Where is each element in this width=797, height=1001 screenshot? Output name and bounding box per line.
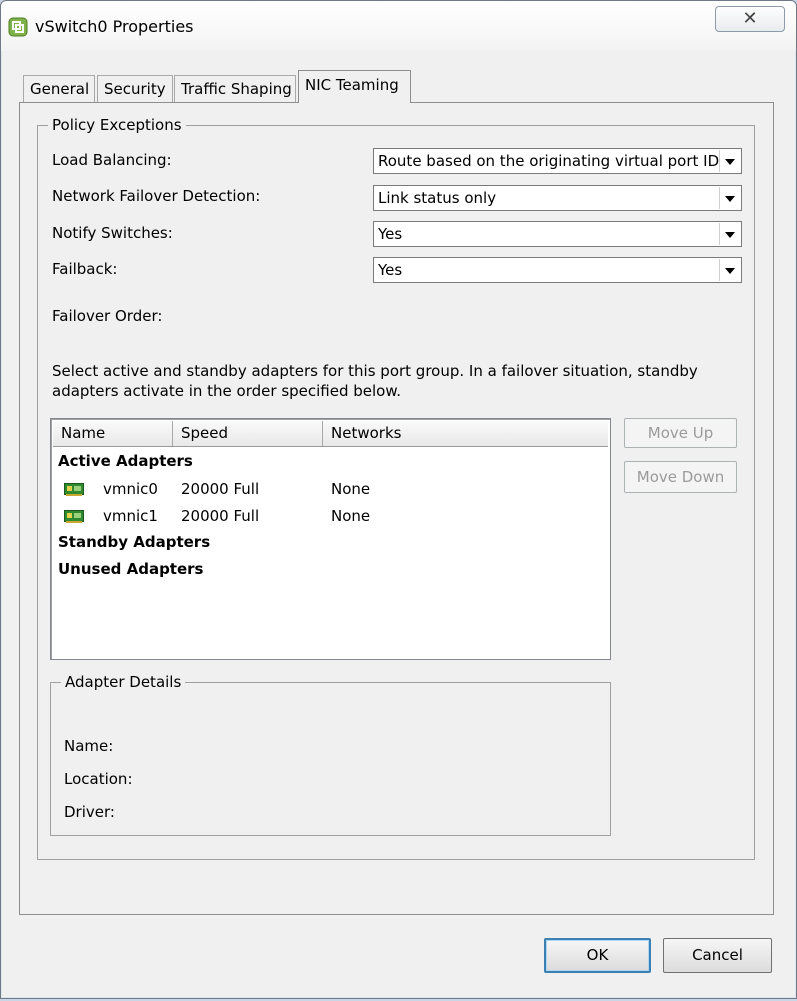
chevron-down-icon[interactable] xyxy=(719,259,740,281)
network-adapter-icon xyxy=(64,510,84,523)
move-up-label: Move Up xyxy=(647,424,714,442)
tab-traffic-shaping[interactable]: Traffic Shaping xyxy=(174,75,296,102)
load-balancing-select[interactable]: Route based on the originating virtual p… xyxy=(373,148,742,174)
column-header-name[interactable]: Name xyxy=(53,421,173,446)
adapter-networks: None xyxy=(331,507,371,525)
ok-button[interactable]: OK xyxy=(544,938,651,973)
active-adapters-group[interactable]: Active Adapters xyxy=(58,452,193,470)
failover-detection-select[interactable]: Link status only xyxy=(373,185,742,211)
detail-location-label: Location: xyxy=(64,770,133,788)
ok-label: OK xyxy=(586,946,609,964)
failback-select[interactable]: Yes xyxy=(373,257,742,283)
chevron-down-icon[interactable] xyxy=(719,187,740,209)
column-header-speed[interactable]: Speed xyxy=(173,421,323,446)
column-speed-label: Speed xyxy=(181,424,229,442)
cancel-label: Cancel xyxy=(692,946,743,964)
move-down-button[interactable]: Move Down xyxy=(624,461,737,493)
tab-nic-teaming[interactable]: NIC Teaming xyxy=(298,70,411,103)
adapter-list[interactable]: Name Speed Networks Active Adapters vmni… xyxy=(50,418,611,660)
adapter-list-header: Name Speed Networks xyxy=(53,421,608,447)
adapter-details-group: Adapter Details xyxy=(50,673,611,836)
adapter-row[interactable]: vmnic1 20000 Full None xyxy=(51,506,606,530)
unused-adapters-group[interactable]: Unused Adapters xyxy=(58,560,203,578)
failover-detection-label: Network Failover Detection: xyxy=(52,187,261,205)
tab-security[interactable]: Security xyxy=(97,75,173,102)
detail-driver-label: Driver: xyxy=(64,803,115,821)
properties-dialog: vSwitch0 Properties ✕ General Security T… xyxy=(0,0,797,999)
adapter-details-legend: Adapter Details xyxy=(61,673,186,691)
move-down-label: Move Down xyxy=(636,468,725,486)
column-name-label: Name xyxy=(61,424,106,442)
policy-exceptions-legend: Policy Exceptions xyxy=(48,116,186,134)
adapter-networks: None xyxy=(331,480,371,498)
chevron-down-icon[interactable] xyxy=(719,150,740,172)
tab-general-label: General xyxy=(30,80,90,98)
notify-switches-label: Notify Switches: xyxy=(52,224,173,242)
detail-name-label: Name: xyxy=(64,737,114,755)
adapter-speed: 20000 Full xyxy=(181,480,260,498)
instructions-line-1: Select active and standby adapters for t… xyxy=(52,362,698,380)
failback-label: Failback: xyxy=(52,260,118,278)
instructions-line-2: adapters activate in the order specified… xyxy=(52,382,402,400)
standby-adapters-group[interactable]: Standby Adapters xyxy=(58,533,210,551)
tab-traffic-shaping-label: Traffic Shaping xyxy=(181,80,292,98)
tab-general[interactable]: General xyxy=(23,75,95,102)
title-bar[interactable]: vSwitch0 Properties ✕ xyxy=(1,1,796,51)
window-title: vSwitch0 Properties xyxy=(35,17,194,36)
vsphere-app-icon xyxy=(8,17,28,37)
notify-switches-value: Yes xyxy=(378,225,403,243)
move-up-button[interactable]: Move Up xyxy=(624,418,737,448)
failover-detection-value: Link status only xyxy=(378,189,497,207)
column-header-networks[interactable]: Networks xyxy=(323,421,608,446)
column-networks-label: Networks xyxy=(331,424,402,442)
adapter-name: vmnic0 xyxy=(103,480,158,498)
cancel-button[interactable]: Cancel xyxy=(663,938,772,973)
adapter-name: vmnic1 xyxy=(103,507,158,525)
load-balancing-label: Load Balancing: xyxy=(52,151,172,169)
network-adapter-icon xyxy=(64,483,84,496)
notify-switches-select[interactable]: Yes xyxy=(373,221,742,247)
tab-nic-teaming-label: NIC Teaming xyxy=(305,76,399,94)
failback-value: Yes xyxy=(378,261,403,279)
adapter-speed: 20000 Full xyxy=(181,507,260,525)
failover-order-label: Failover Order: xyxy=(52,307,163,325)
close-icon: ✕ xyxy=(742,8,758,29)
load-balancing-value: Route based on the originating virtual p… xyxy=(378,152,720,170)
adapter-row[interactable]: vmnic0 20000 Full None xyxy=(51,479,606,503)
tab-security-label: Security xyxy=(104,80,166,98)
chevron-down-icon[interactable] xyxy=(719,223,740,245)
close-button[interactable]: ✕ xyxy=(715,6,785,32)
